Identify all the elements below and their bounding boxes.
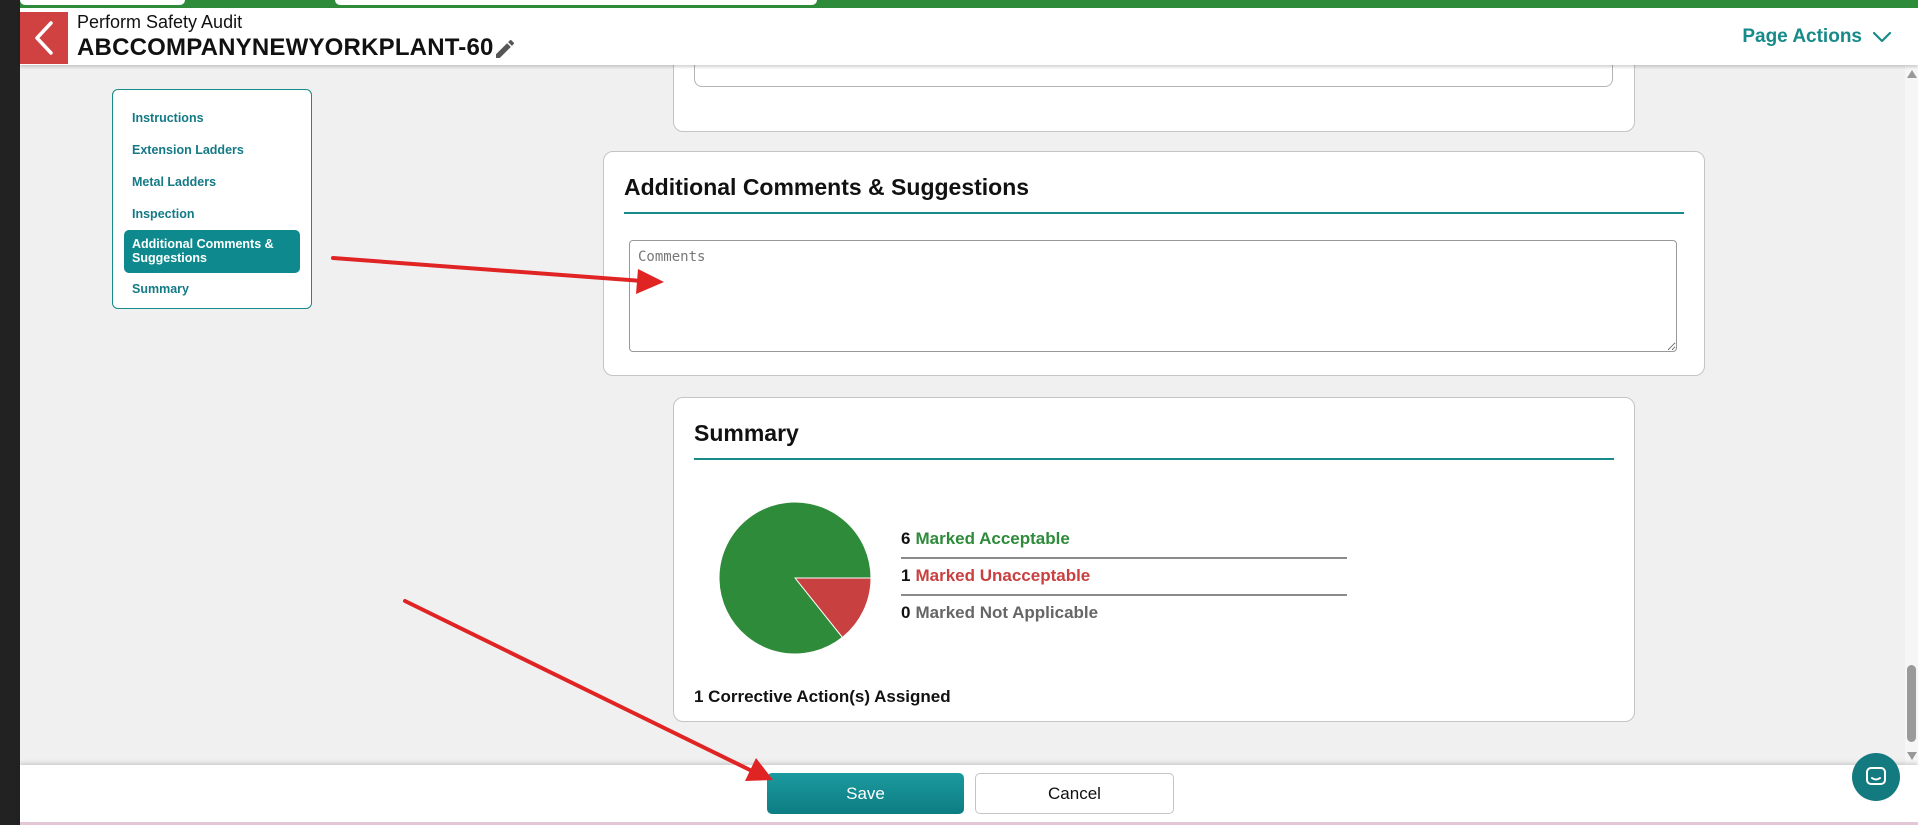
pencil-icon[interactable] xyxy=(493,37,517,61)
scrollbar-thumb[interactable] xyxy=(1907,665,1916,742)
page-subtitle: Perform Safety Audit xyxy=(77,12,243,32)
toc-item-metal-ladders[interactable]: Metal Ladders xyxy=(124,166,300,198)
chat-bubble-icon xyxy=(1866,767,1886,785)
browser-address-bar xyxy=(335,0,817,5)
stat-row-unacceptable: 1 Marked Unacceptable xyxy=(901,559,1347,596)
scroll-up-icon[interactable] xyxy=(1907,70,1917,78)
chat-launcher-button[interactable] xyxy=(1852,753,1900,801)
stat-label-unacceptable: Marked Unacceptable xyxy=(915,566,1091,585)
window-left-edge xyxy=(0,0,20,825)
browser-top-bar xyxy=(20,0,1918,8)
page-scrollbar[interactable] xyxy=(1905,65,1918,765)
toc-item-summary[interactable]: Summary xyxy=(124,273,300,305)
stat-count-not-applicable: 0 xyxy=(901,603,911,622)
summary-section: Summary 6 Marked Acceptable 1 Marked Unacc… xyxy=(673,397,1635,722)
stat-label-acceptable: Marked Acceptable xyxy=(915,529,1070,548)
toc-item-inspection[interactable]: Inspection xyxy=(124,198,300,230)
stat-row-not-applicable: 0 Marked Not Applicable xyxy=(901,596,1347,633)
toc-item-instructions[interactable]: Instructions xyxy=(124,102,300,134)
form-footer: Save Cancel xyxy=(20,765,1918,825)
summary-section-title: Summary xyxy=(694,398,1614,460)
cancel-button[interactable]: Cancel xyxy=(975,773,1174,814)
comments-section: Additional Comments & Suggestions xyxy=(603,151,1705,376)
page-header: Perform Safety Audit ABCCOMPANYNEWYORKPL… xyxy=(20,8,1918,65)
previous-section-field xyxy=(694,65,1613,87)
save-button[interactable]: Save xyxy=(767,773,964,814)
chevron-left-icon xyxy=(35,21,53,55)
chevron-down-icon xyxy=(1872,31,1892,43)
page-actions-menu[interactable]: Page Actions xyxy=(1742,26,1892,48)
summary-stats: 6 Marked Acceptable 1 Marked Unacceptable … xyxy=(901,522,1347,633)
stat-count-acceptable: 6 xyxy=(901,529,911,548)
back-button[interactable] xyxy=(20,12,68,64)
toc-item-additional-comments[interactable]: Additional Comments & Suggestions xyxy=(124,230,300,273)
page-actions-label: Page Actions xyxy=(1742,26,1862,47)
stat-row-acceptable: 6 Marked Acceptable xyxy=(901,522,1347,559)
previous-section-card xyxy=(673,65,1635,132)
scroll-down-icon[interactable] xyxy=(1907,752,1917,760)
main-content: Instructions Extension Ladders Metal Lad… xyxy=(20,65,1905,765)
corrective-actions-text: 1 Corrective Action(s) Assigned xyxy=(694,687,951,706)
comments-section-title: Additional Comments & Suggestions xyxy=(624,152,1684,214)
stat-count-unacceptable: 1 xyxy=(901,566,911,585)
comments-input[interactable] xyxy=(629,240,1677,352)
browser-tab xyxy=(20,0,185,5)
section-navigation: Instructions Extension Ladders Metal Lad… xyxy=(112,89,312,309)
page-title: ABCCOMPANYNEWYORKPLANT-60 xyxy=(77,34,494,61)
summary-pie-chart xyxy=(719,502,871,654)
stat-label-not-applicable: Marked Not Applicable xyxy=(915,603,1099,622)
toc-item-extension-ladders[interactable]: Extension Ladders xyxy=(124,134,300,166)
